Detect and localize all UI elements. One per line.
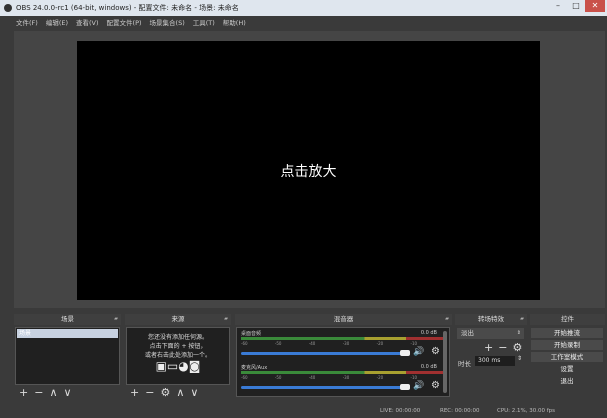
sources-hint-line: 点击下面的 + 按钮， [149,343,207,350]
start-recording-button[interactable]: 开始录制 [531,340,603,350]
remove-scene-button[interactable]: − [34,386,43,400]
volume-slider[interactable] [241,352,407,355]
scenes-title: 场景 [61,315,74,323]
undock-icon[interactable]: ▰ [224,314,228,325]
chevron-updown-icon: ⇕ [516,330,521,336]
volume-slider[interactable] [241,386,407,389]
volume-slider-handle[interactable] [400,384,410,390]
sources-hint-line: 您还没有添加任何源。 [147,334,208,341]
transition-toolbar: + − ⚙ [484,341,522,354]
channel-name: 桌面音频 [241,331,262,337]
move-up-button[interactable]: ∧ [176,386,184,400]
meter-ticks: -60-50-40-30-20-100 [241,341,447,346]
scene-item[interactable]: 场景 [17,329,118,338]
add-source-button[interactable]: + [130,386,139,400]
undock-icon[interactable]: ▰ [114,314,118,325]
move-down-button[interactable]: ∨ [64,386,72,400]
move-down-button[interactable]: ∨ [190,386,198,400]
start-streaming-button[interactable]: 开始推流 [531,328,603,338]
move-up-button[interactable]: ∧ [49,386,57,400]
channel-db: 0.0 dB [420,330,437,336]
obs-logo-icon [4,4,12,12]
audio-mixer: 桌面音频 0.0 dB -60-50-40-30-20-100 🔊 ⚙ 麦克风/… [236,327,450,397]
controls-title: 控件 [561,315,574,323]
sources-toolbar: + − ⚙ ∧ ∨ [126,386,198,400]
duration-input[interactable]: 300 ms [475,356,515,366]
preview-canvas[interactable]: 点击放大 [77,41,540,300]
speaker-icon[interactable]: 🔊 [413,381,424,391]
remove-transition-button[interactable]: − [498,341,507,354]
scenes-list: 场景 [15,327,120,385]
menu-help[interactable]: 帮助(H) [223,16,246,30]
close-button[interactable]: ✕ [585,0,605,12]
sources-title: 来源 [171,315,185,323]
volume-slider-handle[interactable] [400,350,410,356]
window-title: OBS 24.0.0-rc1 (64-bit, windows) - 配置文件:… [16,4,239,12]
duration-spinner[interactable]: ⇕ [517,355,522,362]
speaker-icon[interactable]: 🔊 [413,347,424,357]
settings-button[interactable]: 设置 [531,364,603,374]
transitions-dock-header: 转场特效 ▰ [455,314,527,325]
transition-value: 淡出 [461,329,474,337]
menu-profile[interactable]: 配置文件(P) [107,16,142,30]
scenes-toolbar: + − ∧ ∨ [15,386,72,400]
controls-dock-header: 控件 [530,314,605,325]
title-bar: OBS 24.0.0-rc1 (64-bit, windows) - 配置文件:… [0,0,607,16]
volume-meter [241,337,447,340]
menu-scene-collection[interactable]: 场景集合(S) [150,16,185,30]
gear-icon[interactable]: ⚙ [431,346,440,357]
add-transition-button[interactable]: + [484,341,493,354]
status-bar: LIVE: 00:00:00 REC: 00:00:00 CPU: 2.1%, … [0,404,607,418]
scenes-dock-header: 场景 ▰ [14,314,121,325]
minimize-button[interactable]: – [549,0,567,12]
rec-time: REC: 00:00:00 [440,408,480,414]
menu-file[interactable]: 文件(F) [16,16,38,30]
channel-db: 0.0 dB [420,364,437,370]
exit-button[interactable]: 退出 [531,376,603,386]
preview-text: 点击放大 [280,163,337,180]
cpu-fps: CPU: 2.1%, 30.00 fps [497,408,556,414]
add-scene-button[interactable]: + [19,386,28,400]
undock-icon[interactable]: ▰ [445,314,449,325]
channel-name: 麦克风/Aux [241,365,268,371]
transitions-title: 转场特效 [478,315,504,323]
transition-gear-icon[interactable]: ⚙ [512,341,522,354]
menu-edit[interactable]: 编辑(E) [46,16,68,30]
mixer-title: 混音器 [333,315,354,323]
menu-bar: 文件(F) 编辑(E) 查看(V) 配置文件(P) 场景集合(S) 工具(T) … [0,16,607,30]
maximize-button[interactable]: □ [567,0,585,12]
mixer-dock-header: 混音器 ▰ [235,314,452,325]
source-type-icons: ▣▭◕◙ [127,359,229,373]
transition-select[interactable]: 淡出 ⇕ [457,328,524,339]
remove-source-button[interactable]: − [145,386,154,400]
duration-label: 时长 [458,360,471,368]
browser-globe-icon: ◕ [178,359,189,373]
source-properties-gear-icon[interactable]: ⚙ [160,386,170,400]
undock-icon[interactable]: ▰ [520,314,524,325]
camera-icon: ◙ [188,359,201,373]
gear-icon[interactable]: ⚙ [431,380,440,391]
duration-value: 300 ms [478,357,501,364]
volume-meter [241,371,447,374]
menu-tools[interactable]: 工具(T) [193,16,215,30]
display-icon: ▭ [166,359,179,373]
meter-ticks: -60-50-40-30-20-100 [241,375,447,380]
studio-mode-button[interactable]: 工作室模式 [531,352,603,362]
sources-dock-header: 来源 ▰ [125,314,231,325]
menu-view[interactable]: 查看(V) [76,16,99,30]
live-time: LIVE: 00:00:00 [380,408,421,414]
image-icon: ▣ [155,359,167,373]
mixer-scrollbar[interactable] [443,331,447,393]
sources-list[interactable]: 您还没有添加任何源。 点击下面的 + 按钮， 或者右击此处添加一个。 ▣▭◕◙ [126,327,230,385]
